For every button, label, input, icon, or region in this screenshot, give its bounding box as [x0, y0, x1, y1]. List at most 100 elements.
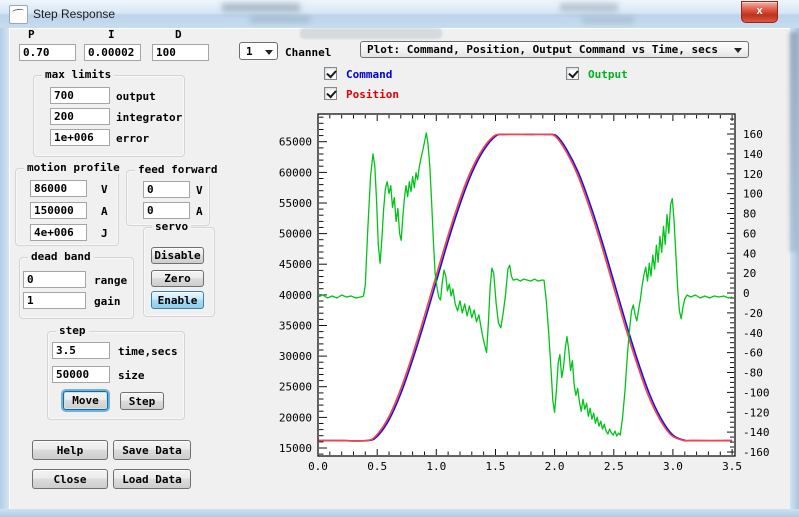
- d-input[interactable]: [152, 44, 209, 61]
- d-label: D: [175, 28, 182, 41]
- max-error-input[interactable]: [50, 129, 110, 146]
- title-bar[interactable]: x Step Response x: [0, 0, 799, 29]
- save-data-button[interactable]: Save Data: [113, 440, 191, 460]
- plot-type-select[interactable]: Plot: Command, Position, Output Command …: [360, 41, 749, 58]
- svg-text:0: 0: [743, 287, 750, 300]
- i-input[interactable]: [84, 44, 141, 61]
- step-time-label: time,secs: [118, 345, 178, 358]
- svg-text:2.5: 2.5: [604, 460, 624, 473]
- output-checkbox-label: Output: [588, 68, 628, 81]
- svg-text:0.0: 0.0: [308, 460, 328, 473]
- svg-text:-20: -20: [743, 307, 763, 320]
- load-data-button[interactable]: Load Data: [113, 469, 191, 489]
- svg-text:55000: 55000: [279, 197, 312, 210]
- svg-text:20000: 20000: [279, 411, 312, 424]
- max-output-label: output: [116, 90, 156, 103]
- output-checkbox[interactable]: [566, 67, 579, 80]
- window-border-left: [0, 28, 9, 517]
- step-button[interactable]: Step: [120, 392, 164, 410]
- profile-jerk-label: J: [101, 227, 108, 240]
- svg-text:30000: 30000: [279, 350, 312, 363]
- deadband-gain-label: gain: [94, 295, 121, 308]
- move-button[interactable]: Move: [63, 391, 108, 410]
- svg-text:20: 20: [743, 267, 756, 280]
- svg-text:25000: 25000: [279, 381, 312, 394]
- profile-jerk-input[interactable]: [30, 224, 87, 241]
- servo-enable-button[interactable]: Enable: [151, 291, 204, 309]
- dead-band-title: dead band: [28, 250, 94, 263]
- svg-text:-40: -40: [743, 327, 763, 340]
- p-label: P: [28, 28, 35, 41]
- max-output-input[interactable]: [50, 87, 110, 104]
- svg-text:80: 80: [743, 208, 756, 221]
- svg-text:-80: -80: [743, 367, 763, 380]
- background-window-blur: [560, 3, 618, 12]
- max-integrator-input[interactable]: [50, 108, 110, 125]
- step-response-plot: 15000 20000 25000 30000 35000 40000 45000 50000…: [255, 105, 799, 480]
- step-size-label: size: [118, 369, 145, 382]
- svg-text:15000: 15000: [279, 442, 312, 455]
- background-window-blur: [222, 3, 300, 12]
- command-checkbox[interactable]: [324, 67, 337, 80]
- position-checkbox[interactable]: [324, 87, 337, 100]
- deadband-range-label: range: [94, 274, 127, 287]
- svg-text:45000: 45000: [279, 258, 312, 271]
- chevron-down-icon: [265, 50, 273, 55]
- check-icon: [568, 68, 578, 79]
- svg-text:140: 140: [743, 148, 763, 161]
- svg-text:40: 40: [743, 247, 756, 260]
- ff-velocity-label: V: [196, 184, 203, 197]
- deadband-range-input[interactable]: [23, 271, 86, 288]
- window-title: Step Response: [33, 7, 115, 21]
- svg-text:3.5: 3.5: [722, 460, 742, 473]
- window-border-bottom: [0, 509, 799, 517]
- svg-text:0.5: 0.5: [367, 460, 387, 473]
- svg-text:35000: 35000: [279, 320, 312, 333]
- i-label: I: [108, 28, 115, 41]
- svg-text:60: 60: [743, 227, 756, 240]
- app-icon: x: [9, 5, 28, 24]
- svg-text:65000: 65000: [279, 136, 312, 149]
- ff-accel-input[interactable]: [143, 202, 190, 219]
- help-button[interactable]: Help: [32, 440, 108, 460]
- profile-accel-input[interactable]: [30, 202, 87, 219]
- feed-forward-title: feed forward: [135, 163, 220, 176]
- svg-text:-120: -120: [743, 406, 770, 419]
- max-integrator-label: integrator: [116, 111, 182, 124]
- svg-text:160: 160: [743, 128, 763, 141]
- ff-accel-label: A: [196, 205, 203, 218]
- step-size-input[interactable]: [52, 366, 110, 383]
- ff-velocity-input[interactable]: [143, 181, 190, 198]
- svg-text:1.0: 1.0: [426, 460, 446, 473]
- profile-velocity-label: V: [101, 183, 108, 196]
- svg-text:50000: 50000: [279, 228, 312, 241]
- channel-value: 1: [246, 45, 253, 58]
- svg-text:-140: -140: [743, 426, 770, 439]
- max-limits-title: max limits: [42, 68, 114, 81]
- servo-title: servo: [152, 220, 191, 233]
- close-button[interactable]: Close: [32, 469, 108, 489]
- servo-zero-button[interactable]: Zero: [151, 270, 204, 287]
- deadband-gain-input[interactable]: [23, 292, 86, 309]
- channel-label: Channel: [285, 46, 331, 59]
- svg-text:-160: -160: [743, 446, 770, 459]
- profile-velocity-input[interactable]: [30, 180, 87, 197]
- channel-select[interactable]: 1: [239, 42, 278, 60]
- p-input[interactable]: [19, 44, 76, 61]
- svg-text:40000: 40000: [279, 289, 312, 302]
- chevron-down-icon: [734, 48, 742, 53]
- check-icon: [326, 68, 336, 79]
- svg-text:-60: -60: [743, 347, 763, 360]
- command-checkbox-label: Command: [346, 68, 392, 81]
- svg-text:60000: 60000: [279, 166, 312, 179]
- dead-band-group: dead band: [19, 257, 134, 319]
- background-window-blur: [582, 16, 634, 24]
- step-time-input[interactable]: [52, 342, 110, 359]
- plot-type-value: Plot: Command, Position, Output Command …: [367, 43, 718, 56]
- servo-disable-button[interactable]: Disable: [151, 247, 204, 264]
- profile-accel-label: A: [101, 205, 108, 218]
- svg-text:1.5: 1.5: [486, 460, 506, 473]
- close-icon[interactable]: x: [741, 1, 778, 23]
- svg-text:2.0: 2.0: [545, 460, 565, 473]
- background-window-blur: [250, 16, 310, 23]
